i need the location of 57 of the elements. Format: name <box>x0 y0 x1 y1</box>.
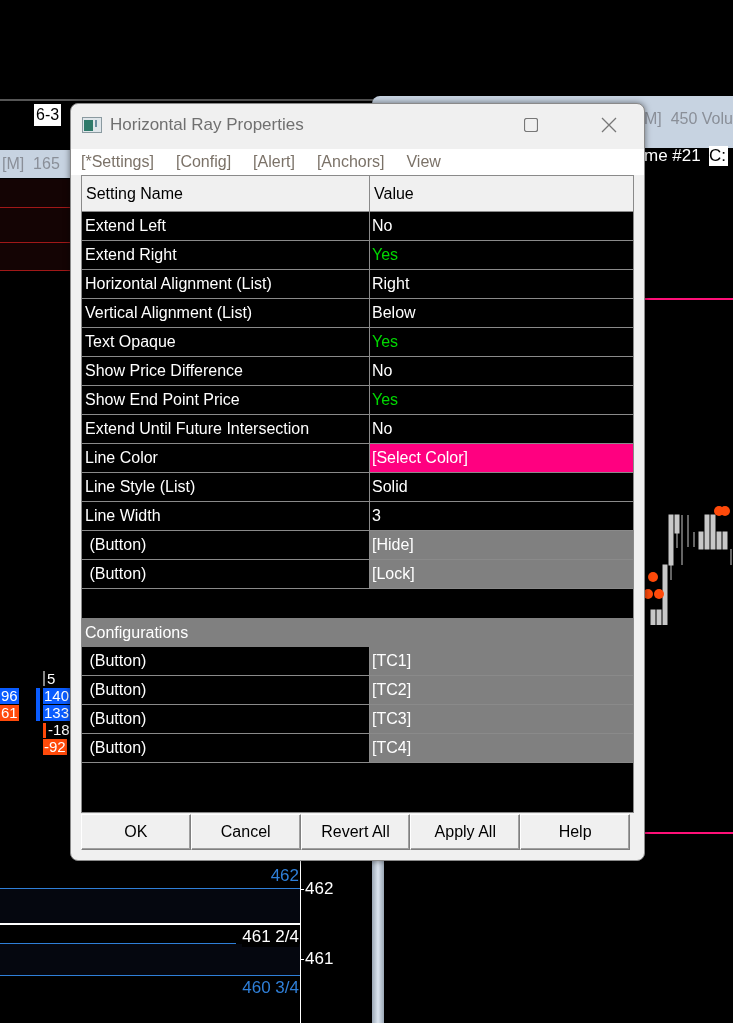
order-flow-value: 61 <box>0 705 19 721</box>
dialog-button[interactable]: Help <box>520 814 630 850</box>
section-header: Configurations <box>82 618 633 647</box>
maximize-icon <box>524 118 538 132</box>
setting-name: (Button) <box>82 531 370 560</box>
scale-label: 462 <box>305 879 334 899</box>
setting-name: Text Opaque <box>82 328 370 357</box>
setting-name: Extend Right <box>82 241 370 270</box>
value-button[interactable]: [Hide] <box>370 531 633 560</box>
price-tag: 6-3 <box>34 104 62 126</box>
menu-item[interactable]: [Config] <box>175 153 232 171</box>
column-header: Value <box>370 176 633 212</box>
setting-name: Line Style (List) <box>82 473 370 502</box>
dialog-button[interactable]: Apply All <box>410 814 521 850</box>
order-flow-value: -18 <box>47 722 71 738</box>
order-flow-value: 133 <box>43 705 71 721</box>
setting-name: (Button) <box>82 676 370 705</box>
setting-name: (Button) <box>82 560 370 589</box>
volume-bar <box>43 723 46 738</box>
window-title: Horizontal Ray Properties <box>110 115 305 135</box>
value-button[interactable]: [TC2] <box>370 676 633 705</box>
value-button[interactable]: [TC1] <box>370 647 633 676</box>
setting-name: Vertical Alignment (List) <box>82 299 370 328</box>
dialog-button[interactable]: Revert All <box>300 814 411 850</box>
price-label: 460 3/4 <box>242 978 299 998</box>
setting-name: Line Color <box>82 444 370 473</box>
menu-item[interactable]: View <box>406 153 441 171</box>
price-label: 462 <box>270 866 299 886</box>
order-flow-value: -92 <box>43 739 67 755</box>
volume-bar <box>36 688 40 721</box>
color-swatch[interactable]: [Select Color] <box>370 444 633 473</box>
setting-name: Line Width <box>82 502 370 531</box>
value-button[interactable]: [TC4] <box>370 734 633 763</box>
order-flow-value: 5 <box>46 671 57 687</box>
app-icon <box>82 117 102 133</box>
setting-name: (Button) <box>82 734 370 763</box>
column-header: Setting Name <box>82 176 370 212</box>
setting-name: Horizontal Alignment (List) <box>82 270 370 299</box>
order-flow-value: 96 <box>0 688 19 704</box>
setting-name: (Button) <box>82 705 370 734</box>
menu-item[interactable]: [*Settings] <box>81 153 154 171</box>
value-button[interactable]: [Lock] <box>370 560 633 589</box>
setting-name: (Button) <box>82 647 370 676</box>
setting-name: Show Price Difference <box>82 357 370 386</box>
price-tag: C: <box>709 146 728 166</box>
setting-name: Show End Point Price <box>82 386 370 415</box>
dialog-button[interactable]: OK <box>81 814 191 850</box>
dialog-button[interactable]: Cancel <box>190 814 301 850</box>
close-icon <box>601 117 617 133</box>
order-flow-value: 140 <box>43 688 71 704</box>
price-label: 461 2/4 <box>242 927 299 947</box>
scale-label: 461 <box>305 949 334 969</box>
setting-name: Extend Until Future Intersection <box>82 415 370 444</box>
menu-item[interactable]: [Alert] <box>253 153 295 171</box>
setting-name: Extend Left <box>82 212 370 241</box>
value-button[interactable]: [TC3] <box>370 705 633 734</box>
chart-info: me #21 <box>644 146 701 166</box>
